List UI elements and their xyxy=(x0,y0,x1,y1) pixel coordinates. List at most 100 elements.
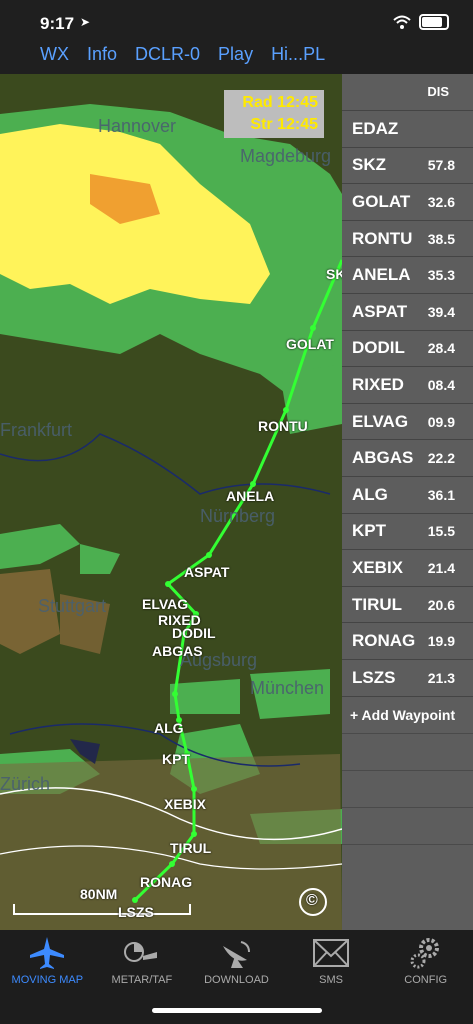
waypoint-distance: 21.4 xyxy=(427,559,455,576)
gear-icon xyxy=(406,936,446,970)
route-waypoint-label: GOLAT xyxy=(286,336,334,352)
airplane-icon xyxy=(27,936,67,970)
waypoint-distance: 15.5 xyxy=(427,523,455,540)
status-icons xyxy=(393,14,449,30)
waypoint-distance: 32.6 xyxy=(427,193,455,210)
tab-moving-map[interactable]: MOVING MAP xyxy=(0,930,95,1024)
add-waypoint-button[interactable]: + Add Waypoint xyxy=(342,695,473,733)
waypoint-row[interactable]: ALG 36.1 xyxy=(342,475,473,513)
waypoint-row[interactable]: RIXED 08.4 xyxy=(342,366,473,403)
waypoint-name: ASPAT xyxy=(352,301,408,321)
waypoint-name: RONTU xyxy=(352,228,413,248)
empty-row xyxy=(342,843,473,881)
route-waypoint-label: XEBIX xyxy=(164,796,207,812)
distance-header: DIS xyxy=(427,84,449,99)
location-arrow-icon: ➤ xyxy=(80,15,91,29)
waypoint-distance: 19.9 xyxy=(427,633,455,650)
waypoint-distance: 09.9 xyxy=(427,413,455,430)
route-waypoint-label: SKZ xyxy=(326,266,342,282)
waypoint-name: EDAZ xyxy=(352,118,399,138)
waypoint-distance: 57.8 xyxy=(427,157,455,174)
empty-row xyxy=(342,806,473,844)
waypoint-name: RIXED xyxy=(352,374,404,394)
hipl-button[interactable]: Hi...PL xyxy=(271,44,325,65)
waypoint-row[interactable]: GOLAT 32.6 xyxy=(342,183,473,220)
waypoint-distance: 38.5 xyxy=(427,230,455,247)
waypoint-row[interactable]: EDAZ xyxy=(342,110,473,147)
satellite-dish-icon xyxy=(216,936,256,970)
route-waypoint-label: RONAG xyxy=(140,874,193,890)
str-time: Str 12:45 xyxy=(250,116,318,133)
waypoint-row[interactable]: RONAG 19.9 xyxy=(342,622,473,659)
waypoint-row[interactable]: ELVAG 09.9 xyxy=(342,402,473,440)
city-label: Stuttgart xyxy=(38,596,107,616)
waypoint-name: ANELA xyxy=(352,265,411,285)
windsock-icon xyxy=(122,936,162,970)
waypoint-row[interactable]: ANELA 35.3 xyxy=(342,256,473,293)
tab-label: METAR/TAF xyxy=(111,974,173,986)
route-waypoint-label: DODIL xyxy=(172,625,216,641)
waypoint-distance: 35.3 xyxy=(427,267,455,284)
waypoint-row[interactable]: SKZ 57.8 xyxy=(342,146,473,184)
route-waypoint-label: KPT xyxy=(162,751,190,767)
dclr-button[interactable]: DCLR-0 xyxy=(135,44,200,65)
empty-row xyxy=(342,732,473,770)
city-label: Nürnberg xyxy=(200,506,276,526)
tab-label: CONFIG xyxy=(404,974,448,986)
play-button[interactable]: Play xyxy=(218,44,253,65)
waypoint-name: GOLAT xyxy=(352,191,411,211)
route-waypoint-label: ASPAT xyxy=(184,564,230,580)
status-bar: 9:17 ➤ xyxy=(0,0,473,34)
city-label: München xyxy=(250,678,325,698)
waypoint-row[interactable]: XEBIX 21.4 xyxy=(342,549,473,586)
city-label: Magdeburg xyxy=(240,146,332,166)
tab-label: MOVING MAP xyxy=(11,974,84,986)
waypoint-name: SKZ xyxy=(352,155,386,175)
tab-config[interactable]: CONFIG xyxy=(378,930,473,1024)
city-label: Zürich xyxy=(0,774,51,794)
wx-button[interactable]: WX xyxy=(40,44,69,65)
waypoint-row[interactable]: ASPAT 39.4 xyxy=(342,292,473,330)
copyright-icon[interactable]: © xyxy=(306,892,318,910)
route-waypoint-label: ABGAS xyxy=(152,643,203,659)
radar-timestamp-box: Rad 12:45 Str 12:45 xyxy=(224,90,324,138)
waypoint-distance: 20.6 xyxy=(427,596,455,613)
envelope-icon xyxy=(311,936,351,970)
waypoint-distance: 08.4 xyxy=(427,376,455,393)
top-nav: WX Info DCLR-0 Play Hi...PL xyxy=(0,34,473,74)
waypoint-row[interactable]: ABGAS 22.2 xyxy=(342,439,473,476)
waypoint-distance: 22.2 xyxy=(427,450,455,467)
waypoint-name: RONAG xyxy=(352,631,416,651)
battery-icon xyxy=(419,14,449,30)
route-waypoint-label: TIRUL xyxy=(170,840,212,856)
waypoint-row[interactable]: LSZS 21.3 xyxy=(342,658,473,696)
route-waypoint-label: LSZS xyxy=(118,904,154,920)
wifi-icon xyxy=(393,15,411,29)
home-indicator[interactable] xyxy=(152,1008,322,1013)
route-waypoint-label: ANELA xyxy=(226,488,275,504)
info-button[interactable]: Info xyxy=(87,44,117,65)
waypoint-name: ABGAS xyxy=(352,448,414,468)
city-label: Hannover xyxy=(98,116,177,136)
waypoint-row[interactable]: RONTU 38.5 xyxy=(342,219,473,257)
waypoint-name: LSZS xyxy=(352,667,396,687)
moving-map[interactable]: Hannover Magdeburg Frankfurt Nürnberg St… xyxy=(0,74,342,930)
waypoint-name: XEBIX xyxy=(352,557,404,577)
tab-label: DOWNLOAD xyxy=(204,974,269,986)
flightplan-sidebar: DIS EDAZ SKZ 57.8 GOLAT 32.6 RONTU 38.5 ANELA 35… xyxy=(342,74,473,930)
tab-label: SMS xyxy=(319,974,343,986)
waypoint-distance: 28.4 xyxy=(427,340,455,357)
city-label: Frankfurt xyxy=(0,420,73,440)
route-waypoint-label: ALG xyxy=(154,720,184,736)
waypoint-row[interactable]: TIRUL 20.6 xyxy=(342,585,473,623)
waypoint-row[interactable]: DODIL 28.4 xyxy=(342,329,473,367)
waypoint-distance: 39.4 xyxy=(427,303,455,320)
rad-time: Rad 12:45 xyxy=(242,94,318,111)
waypoint-name: KPT xyxy=(352,521,386,541)
waypoint-row[interactable]: KPT 15.5 xyxy=(342,512,473,550)
route-waypoint-label: ELVAG xyxy=(142,596,189,612)
waypoint-name: DODIL xyxy=(352,338,405,358)
waypoint-name: TIRUL xyxy=(352,594,403,614)
route-waypoint-label: RONTU xyxy=(258,418,308,434)
scale-label: 80NM xyxy=(80,886,118,902)
